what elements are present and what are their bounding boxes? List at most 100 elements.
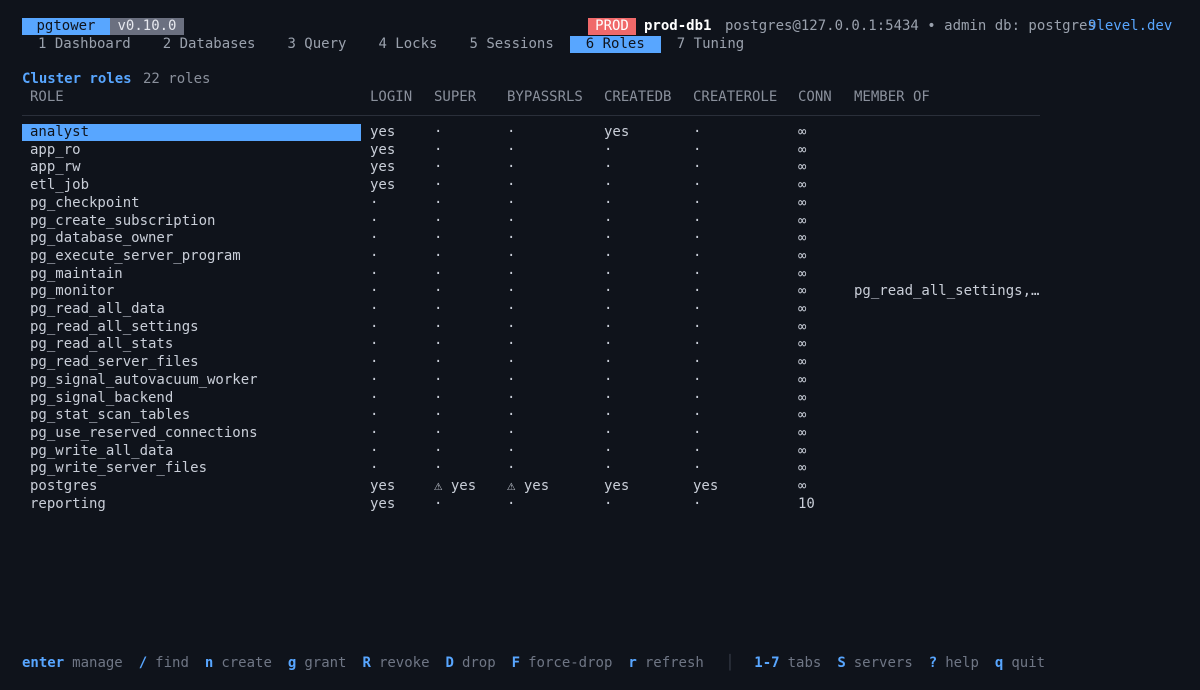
cell-bypassrls: · — [507, 424, 516, 441]
key-refresh[interactable]: r — [628, 655, 636, 672]
table-row[interactable]: pg_create_subscription · · · · · ∞ — [22, 213, 1040, 230]
key-manage[interactable]: enter — [22, 655, 64, 672]
key-servers[interactable]: S — [837, 655, 845, 672]
table-row[interactable]: pg_execute_server_program · · · · · ∞ — [22, 248, 1040, 265]
table-row[interactable]: pg_read_server_files · · · · · ∞ — [22, 354, 1040, 371]
key-quit[interactable]: q — [995, 655, 1003, 672]
header-divider — [22, 115, 1040, 116]
cell-role: reporting — [30, 495, 106, 512]
cell-bypassrls: · — [507, 301, 516, 317]
column-header-createrole: CREATEROLE — [693, 89, 778, 105]
table-row[interactable]: pg_signal_backend · · · · · ∞ — [22, 390, 1040, 407]
tab-databases[interactable]: 2 Databases — [147, 36, 272, 53]
cell-super: · — [434, 336, 443, 353]
key-help[interactable]: ? — [929, 655, 937, 672]
cell-createrole: · — [693, 460, 702, 477]
cell-login: · — [370, 354, 379, 371]
cell-super: · — [434, 301, 443, 317]
cell-conn: ∞ — [798, 247, 807, 264]
cell-role: pg_checkpoint — [30, 194, 140, 211]
key-desc-servers: servers — [853, 655, 913, 671]
cell-bypassrls: · — [507, 177, 516, 194]
cell-createdb: · — [604, 212, 613, 229]
table-row[interactable]: app_rw yes · · · · ∞ — [22, 159, 1040, 176]
cell-bypassrls: · — [507, 442, 516, 459]
cell-role: app_ro — [30, 141, 81, 158]
tab-dashboard[interactable]: 1 Dashboard — [22, 36, 147, 53]
cell-createdb: · — [604, 141, 613, 158]
tab-query[interactable]: 3 Query — [271, 36, 362, 53]
env-badge: PROD — [588, 18, 636, 35]
cell-bypassrls: · — [507, 495, 516, 512]
cell-bypassrls: · — [507, 159, 516, 176]
site-link[interactable]: 9level.dev — [1088, 18, 1172, 35]
cell-createrole: · — [693, 407, 702, 424]
cell-role: pg_create_subscription — [30, 212, 216, 229]
table-row[interactable]: pg_use_reserved_connections · · · · · ∞ — [22, 425, 1040, 442]
cell-login: · — [370, 318, 379, 335]
cell-conn: ∞ — [798, 336, 807, 353]
key-create[interactable]: n — [205, 655, 213, 672]
cell-role: pg_write_server_files — [30, 460, 208, 477]
key-desc-help: help — [945, 655, 979, 671]
tab-roles[interactable]: 6 Roles — [569, 36, 661, 53]
cell-role: pg_execute_server_program — [30, 247, 241, 264]
table-row[interactable]: pg_read_all_settings · · · · · ∞ — [22, 319, 1040, 336]
key-desc-grant: grant — [304, 655, 347, 671]
cell-createdb: · — [604, 424, 613, 441]
key-find[interactable]: / — [139, 655, 147, 672]
key-force-drop[interactable]: F — [512, 655, 520, 672]
tab-locks[interactable]: 4 Locks — [362, 36, 453, 53]
cell-createrole: · — [693, 230, 702, 247]
cell-createrole: · — [693, 354, 702, 371]
table-row[interactable]: pg_database_owner · · · · · ∞ — [22, 230, 1040, 247]
cell-role: pg_stat_scan_tables — [30, 407, 191, 424]
cell-createrole: · — [693, 283, 702, 300]
table-row[interactable]: pg_write_all_data · · · · · ∞ — [22, 443, 1040, 460]
key-desc-force-drop: force-drop — [528, 655, 613, 671]
table-row[interactable]: pg_stat_scan_tables · · · · · ∞ — [22, 407, 1040, 424]
cell-conn: ∞ — [798, 424, 807, 441]
cell-login: · — [370, 389, 379, 406]
key-revoke[interactable]: R — [363, 655, 371, 672]
tab-bar: 1 Dashboard 2 Databases 3 Query 4 Locks 5 Se… — [22, 36, 760, 53]
cell-login: · — [370, 442, 379, 459]
cell-super: · — [434, 407, 443, 424]
table-row[interactable]: pg_write_server_files · · · · · ∞ — [22, 460, 1040, 477]
connection-info: postgres@127.0.0.1:5434 • admin db: post… — [725, 18, 1096, 34]
table-row[interactable]: pg_maintain · · · · · ∞ — [22, 266, 1040, 283]
cell-super: · — [434, 318, 443, 335]
table-row[interactable]: postgres yes ⚠ yes ⚠ yes yes yes ∞ — [22, 478, 1040, 495]
table-row[interactable]: etl_job yes · · · · ∞ — [22, 177, 1040, 194]
table-row[interactable]: analyst yes · · yes · ∞ — [22, 124, 1040, 141]
column-header-createdb: CREATEDB — [604, 89, 672, 105]
tab-tuning[interactable]: 7 Tuning — [661, 36, 760, 53]
cell-createdb: · — [604, 460, 613, 477]
key-grant[interactable]: g — [288, 655, 296, 672]
cell-createdb: · — [604, 159, 613, 176]
cell-super: · — [434, 159, 443, 176]
tab-sessions[interactable]: 5 Sessions — [453, 36, 569, 53]
table-row[interactable]: pg_read_all_data · · · · · ∞ — [22, 301, 1040, 318]
column-header-role: ROLE — [30, 89, 64, 105]
table-row[interactable]: reporting yes · · · · 10 — [22, 496, 1040, 513]
table-row[interactable]: pg_checkpoint · · · · · ∞ — [22, 195, 1040, 212]
cell-role: pg_monitor — [30, 283, 115, 300]
cell-conn: ∞ — [798, 124, 807, 140]
cell-bypassrls: · — [507, 141, 516, 158]
cell-conn: ∞ — [798, 212, 807, 229]
key-drop[interactable]: D — [446, 655, 454, 672]
cell-login: yes — [370, 159, 396, 176]
key-tabs[interactable]: 1-7 — [754, 655, 779, 672]
app-name-badge: pgtower — [22, 18, 110, 35]
key-desc-find: find — [155, 655, 189, 671]
cell-conn: 10 — [798, 495, 815, 512]
table-row[interactable]: app_ro yes · · · · ∞ — [22, 142, 1040, 159]
table-row[interactable]: pg_monitor · · · · · ∞ pg_read_all_settings,… — [22, 283, 1040, 300]
table-row[interactable]: pg_signal_autovacuum_worker · · · · · ∞ — [22, 372, 1040, 389]
cell-role: analyst — [22, 124, 361, 141]
cell-createrole: · — [693, 424, 702, 441]
cell-bypassrls: · — [507, 124, 516, 140]
cell-createdb: · — [604, 177, 613, 194]
table-row[interactable]: pg_read_all_stats · · · · · ∞ — [22, 336, 1040, 353]
